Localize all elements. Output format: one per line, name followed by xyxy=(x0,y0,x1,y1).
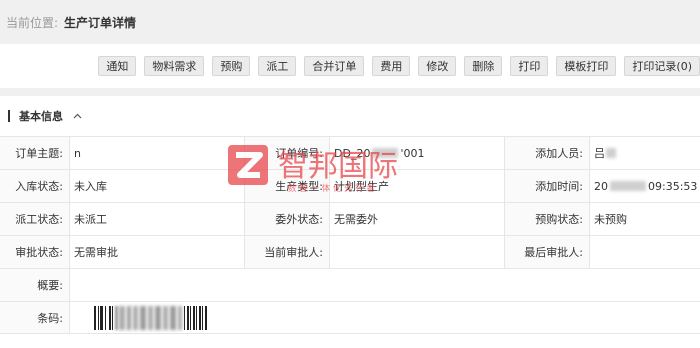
order-number-value: DD_20 '001 xyxy=(330,137,505,169)
breadcrumb-label: 当前位置: xyxy=(6,15,59,30)
field-label: 添加人员: xyxy=(505,137,590,169)
last-approver-value xyxy=(590,236,700,268)
current-approver-value xyxy=(330,236,505,268)
material-demand-button[interactable]: 物料需求 xyxy=(144,56,205,76)
template-print-button[interactable]: 模板打印 xyxy=(556,56,617,76)
info-row: 订单主题: n 订单编号: DD_20 '001 添加人员: 吕 xyxy=(0,136,700,169)
section-marker xyxy=(8,110,10,122)
field-label: 当前审批人: xyxy=(245,236,330,268)
added-by-text: 吕 xyxy=(594,147,605,160)
field-label: 委外状态: xyxy=(245,203,330,235)
field-label: 预购状态: xyxy=(505,203,590,235)
print-button[interactable]: 打印 xyxy=(510,56,549,76)
production-type-value: 计划型生产 xyxy=(330,170,505,202)
toolbar: 通知 物料需求 预购 派工 合并订单 费用 修改 删除 打印 模板打印 打印记录… xyxy=(0,44,700,88)
chevron-up-icon[interactable] xyxy=(72,111,82,121)
field-label: 审批状态: xyxy=(0,236,70,268)
prepurchase-status-value: 未预购 xyxy=(594,213,627,226)
cost-button[interactable]: 费用 xyxy=(372,56,411,76)
edit-button[interactable]: 修改 xyxy=(418,56,457,76)
added-by-value: 吕 xyxy=(590,137,700,169)
notify-button[interactable]: 通知 xyxy=(98,56,137,76)
info-row: 概要: xyxy=(0,268,700,301)
redacted-blur xyxy=(606,148,616,158)
breadcrumb-current: 生产订单详情 xyxy=(64,15,137,30)
section-title: 基本信息 xyxy=(19,110,63,123)
dispatch-status-value: 未派工 xyxy=(70,203,245,235)
merge-order-button[interactable]: 合并订单 xyxy=(304,56,365,76)
print-record-button[interactable]: 打印记录(0) xyxy=(624,56,700,76)
field-label: 条码: xyxy=(0,302,70,333)
info-row: 条码: xyxy=(0,301,700,334)
delete-button[interactable]: 删除 xyxy=(464,56,503,76)
field-label: 添加时间: xyxy=(505,170,590,202)
added-time-part: 20 xyxy=(594,179,608,193)
info-row: 审批状态: 无需审批 当前审批人: 最后审批人: xyxy=(0,235,700,268)
barcode-value xyxy=(70,302,700,333)
added-time-part: 09:35:53 xyxy=(648,179,698,193)
summary-value xyxy=(70,269,700,301)
redacted-blur xyxy=(610,181,646,191)
redacted-blur xyxy=(372,148,399,158)
dispatch-button[interactable]: 派工 xyxy=(258,56,297,76)
section-gap xyxy=(0,88,700,96)
stock-status-value: 未入库 xyxy=(70,170,245,202)
outsource-status-value: 无需委外 xyxy=(330,203,505,235)
section-header[interactable]: 基本信息 xyxy=(0,96,700,136)
approval-status-value: 无需审批 xyxy=(70,236,245,268)
field-label: 派工状态: xyxy=(0,203,70,235)
added-time-value: 20 09:35:53 xyxy=(590,170,700,202)
field-label: 最后审批人: xyxy=(505,236,590,268)
field-label: 生产类型: xyxy=(245,170,330,202)
order-number-part: DD_20 xyxy=(334,146,371,160)
breadcrumb: 当前位置: 生产订单详情 xyxy=(0,0,700,44)
info-row: 派工状态: 未派工 委外状态: 无需委外 预购状态: 未预购 xyxy=(0,202,700,235)
prepurchase-button[interactable]: 预购 xyxy=(212,56,251,76)
info-grid: 订单主题: n 订单编号: DD_20 '001 添加人员: 吕 入库状态: 未… xyxy=(0,136,700,334)
order-number-part: '001 xyxy=(400,146,425,160)
info-row: 入库状态: 未入库 生产类型: 计划型生产 添加时间: 20 09:35:53 xyxy=(0,169,700,202)
field-label: 概要: xyxy=(0,269,70,301)
field-label: 订单主题: xyxy=(0,137,70,169)
field-label: 订单编号: xyxy=(245,137,330,169)
basic-info-panel: 基本信息 订单主题: n 订单编号: DD_20 '001 添加人员: 吕 入库… xyxy=(0,96,700,348)
order-subject-value: n xyxy=(70,137,245,169)
field-label: 入库状态: xyxy=(0,170,70,202)
barcode xyxy=(94,305,207,330)
